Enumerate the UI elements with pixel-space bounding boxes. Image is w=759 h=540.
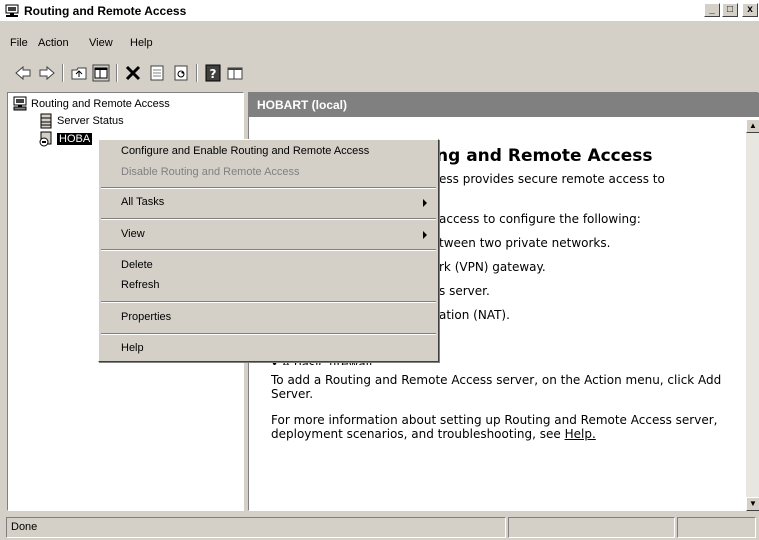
- welcome-para-more-info: For more information about setting up Ro…: [271, 413, 741, 441]
- details-header: HOBART (local): [249, 93, 759, 117]
- menu-separator: [101, 333, 436, 335]
- tree-label-root: Routing and Remote Access: [31, 98, 170, 110]
- welcome-line: s server.: [439, 284, 490, 298]
- server-stack-icon: [40, 113, 52, 129]
- maximize-button[interactable]: □: [722, 3, 738, 17]
- svg-text:?: ?: [210, 67, 217, 81]
- menu-separator: [101, 187, 436, 189]
- ctx-delete[interactable]: Delete: [121, 259, 153, 271]
- window-title: Routing and Remote Access: [24, 4, 187, 18]
- delete-icon[interactable]: [124, 64, 142, 82]
- menu-bar: File Action View Help: [0, 34, 759, 54]
- context-menu: Configure and Enable Routing and Remote …: [98, 139, 439, 362]
- title-bar[interactable]: Routing and Remote Access _ □ x: [0, 0, 759, 22]
- welcome-line: ation (NAT).: [439, 308, 510, 322]
- menu-help[interactable]: Help: [130, 37, 153, 49]
- forward-arrow-icon[interactable]: [38, 64, 56, 82]
- status-pane-empty: [677, 517, 756, 538]
- menu-file[interactable]: File: [10, 37, 28, 49]
- welcome-line: access to configure the following:: [439, 212, 641, 226]
- toolbar-separator: [62, 64, 64, 82]
- up-folder-icon[interactable]: [70, 64, 88, 82]
- ctx-all-tasks[interactable]: All Tasks: [121, 196, 164, 208]
- toolbar-separator: [116, 64, 118, 82]
- show-hide-tree-icon[interactable]: [92, 64, 110, 82]
- menu-separator: [101, 218, 436, 220]
- welcome-line: rk (VPN) gateway.: [439, 260, 546, 274]
- welcome-para-add-server: To add a Routing and Remote Access serve…: [271, 373, 722, 401]
- toolbar-separator: [196, 64, 198, 82]
- ctx-disable-routing: Disable Routing and Remote Access: [121, 166, 300, 178]
- application-window: Routing and Remote Access _ □ x File Act…: [0, 0, 759, 540]
- properties-icon[interactable]: [148, 64, 166, 82]
- tree-item-hobart[interactable]: HOBA: [38, 131, 93, 147]
- tree-item-server-status[interactable]: Server Status: [38, 113, 124, 129]
- ctx-properties[interactable]: Properties: [121, 311, 171, 323]
- menu-separator: [101, 249, 436, 251]
- tree-label-server-status: Server Status: [57, 115, 124, 127]
- submenu-arrow-icon: [423, 199, 427, 207]
- menu-view[interactable]: View: [89, 37, 113, 49]
- more-info-text: For more information about setting up Ro…: [271, 413, 718, 441]
- tree-item-routing-root[interactable]: Routing and Remote Access: [12, 96, 170, 112]
- console-icon[interactable]: [226, 64, 244, 82]
- minimize-button[interactable]: _: [704, 3, 720, 17]
- scroll-up-button[interactable]: ▲: [746, 119, 759, 133]
- welcome-line: ess provides secure remote access to: [439, 172, 665, 186]
- status-bar: Done: [0, 515, 759, 540]
- ctx-view[interactable]: View: [121, 228, 145, 240]
- help-link[interactable]: Help.: [565, 427, 596, 441]
- ctx-configure-enable[interactable]: Configure and Enable Routing and Remote …: [121, 145, 369, 157]
- status-text: Done: [6, 517, 506, 538]
- menu-separator: [101, 301, 436, 303]
- submenu-arrow-icon: [423, 231, 427, 239]
- refresh-icon[interactable]: [172, 64, 190, 82]
- server-disabled-icon: [39, 131, 52, 147]
- ctx-refresh[interactable]: Refresh: [121, 279, 160, 291]
- toolbar: ?: [0, 58, 759, 86]
- menu-action[interactable]: Action: [38, 37, 69, 49]
- routing-server-icon: [13, 96, 27, 111]
- back-arrow-icon[interactable]: [14, 64, 32, 82]
- close-button[interactable]: x: [742, 3, 758, 17]
- scroll-down-button[interactable]: ▼: [746, 497, 759, 511]
- tree-label-hobart: HOBA: [57, 133, 93, 145]
- welcome-line: tween two private networks.: [439, 236, 611, 250]
- status-pane-empty: [508, 517, 675, 538]
- ctx-help[interactable]: Help: [121, 342, 144, 354]
- help-icon[interactable]: ?: [204, 64, 222, 82]
- vertical-scrollbar[interactable]: ▲ ▼: [746, 119, 759, 511]
- routing-app-icon: [5, 4, 19, 17]
- welcome-heading: ng and Remote Access: [436, 146, 653, 166]
